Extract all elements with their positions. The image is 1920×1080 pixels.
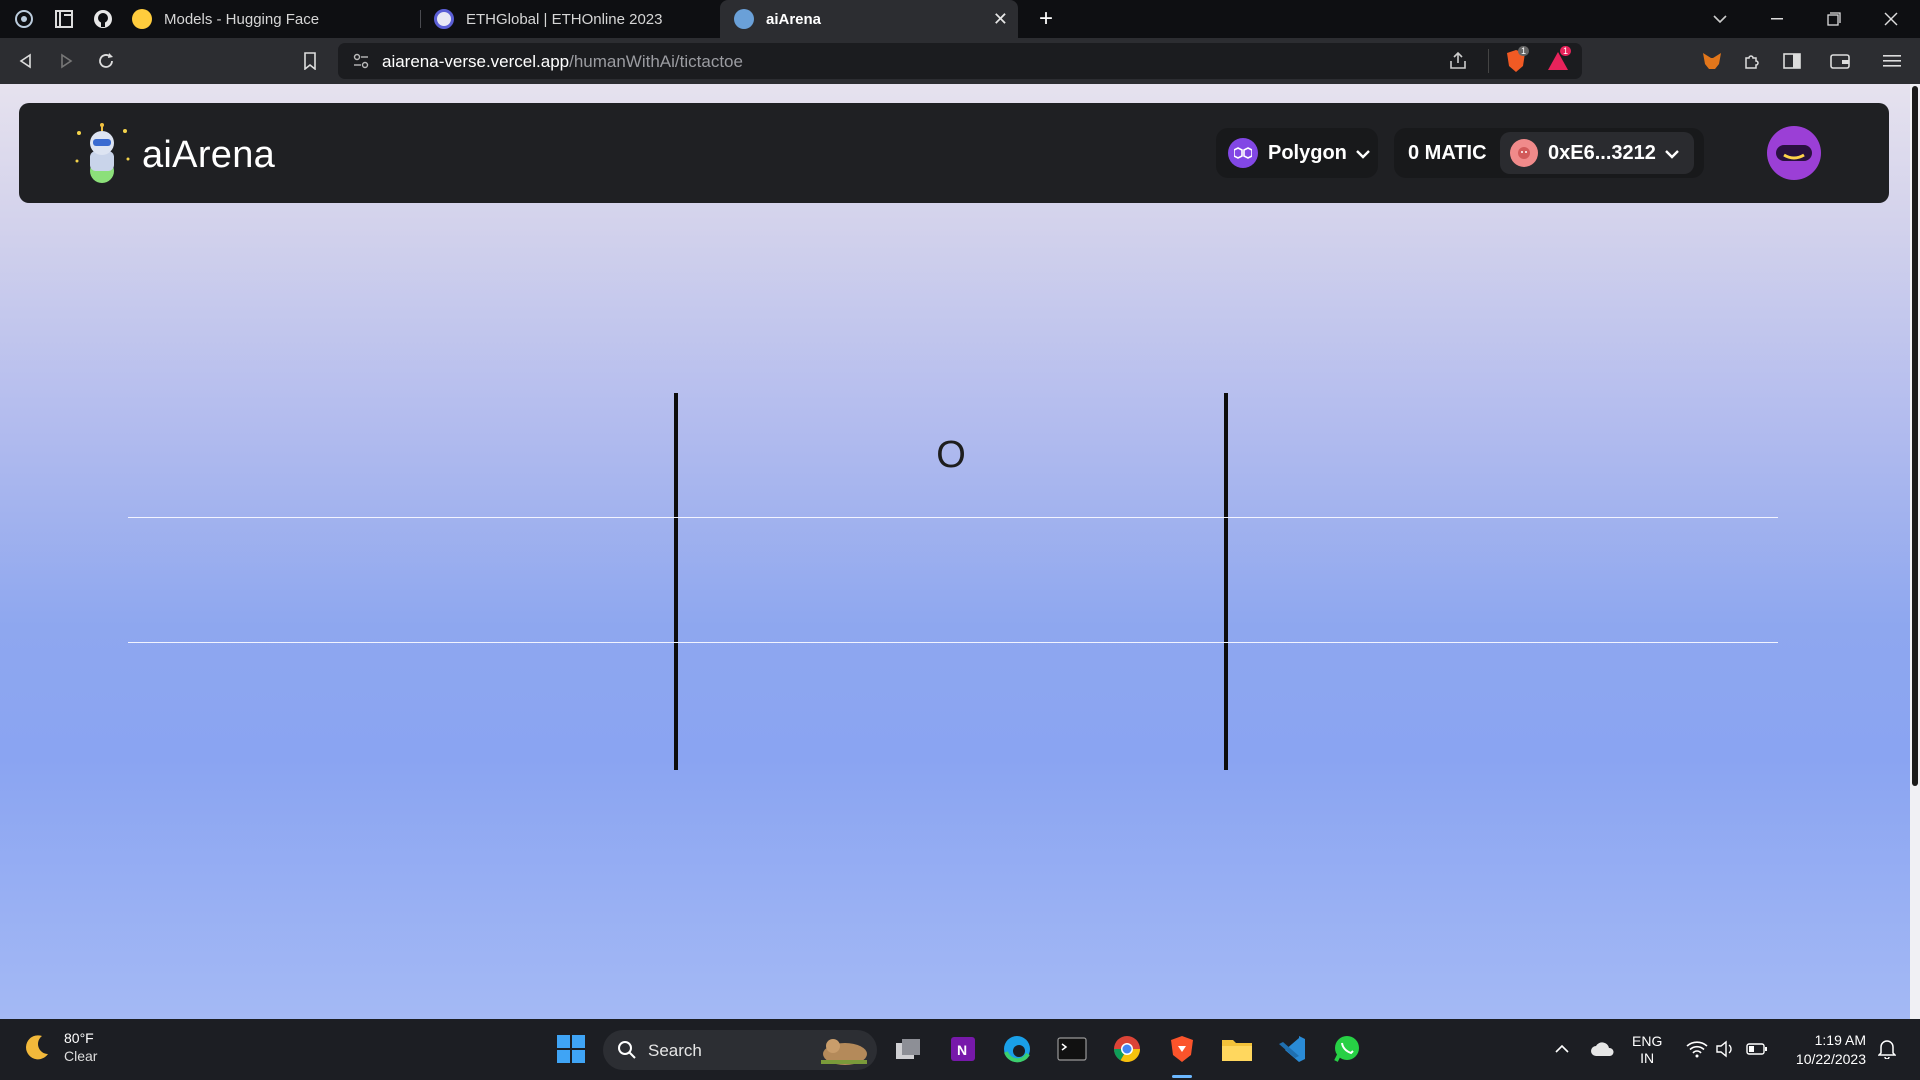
chrome-icon[interactable]: [1110, 1032, 1144, 1066]
new-tab-button[interactable]: +: [1031, 5, 1061, 32]
board-cell[interactable]: [128, 518, 674, 642]
language-code: ENG: [1632, 1033, 1663, 1049]
language-indicator[interactable]: ENG IN: [1632, 1033, 1662, 1067]
windows-start-icon[interactable]: [554, 1032, 588, 1066]
clock-time: 1:19 AM: [1814, 1032, 1866, 1048]
network-label: Polygon: [1268, 141, 1347, 164]
board-cell[interactable]: [128, 643, 674, 770]
url-text[interactable]: aiarena-verse.vercel.app/humanWithAi/tic…: [382, 52, 743, 72]
battery-icon[interactable]: [1740, 1032, 1774, 1066]
sidebar-icon[interactable]: [1778, 47, 1806, 75]
wallet-icon[interactable]: [1826, 47, 1854, 75]
board-cell[interactable]: [678, 643, 1224, 770]
taskbar-search[interactable]: Search: [603, 1030, 877, 1070]
notification-bell-icon[interactable]: [1870, 1032, 1904, 1066]
github-icon[interactable]: [91, 7, 115, 31]
hugging-face-icon: [132, 9, 152, 29]
browser-tab-bar: Models - Hugging Face ETHGlobal | ETHOnl…: [0, 0, 1920, 38]
clock[interactable]: 1:19 AM 10/22/2023: [1784, 1031, 1866, 1069]
brave-shield-icon[interactable]: 1: [1504, 46, 1530, 79]
page-scrollbar[interactable]: [1910, 84, 1920, 1019]
volume-icon[interactable]: [1708, 1032, 1742, 1066]
search-highlight-image: [821, 1039, 867, 1065]
balance-text: 0 MATIC: [1408, 142, 1487, 164]
active-app-indicator: [1172, 1075, 1192, 1078]
minimize-icon[interactable]: [1762, 6, 1792, 32]
search-icon: [618, 1041, 636, 1059]
account-address: 0xE6...3212: [1548, 141, 1656, 164]
account-avatar-icon: [1510, 139, 1538, 167]
tab-hugging-face[interactable]: Models - Hugging Face: [118, 0, 418, 38]
wallet-pill: 0 MATIC 0xE6...3212: [1394, 128, 1704, 178]
notion-icon[interactable]: [52, 7, 76, 31]
polygon-icon: [1228, 138, 1258, 168]
file-explorer-icon[interactable]: [1220, 1032, 1254, 1066]
moon-icon: [26, 1035, 48, 1060]
task-view-icon[interactable]: [891, 1032, 925, 1066]
robot-logo-icon[interactable]: [71, 121, 133, 188]
close-tab-icon[interactable]: ✕: [993, 9, 1008, 30]
metamask-icon[interactable]: [1698, 47, 1726, 75]
tab-search-chevron-icon[interactable]: [1705, 6, 1735, 32]
browser-toolbar: aiarena-verse.vercel.app/humanWithAi/tic…: [0, 38, 1920, 84]
extensions-icon[interactable]: [1738, 47, 1766, 75]
aiarena-tab-icon: [734, 9, 754, 29]
forward-icon[interactable]: [52, 47, 80, 75]
chevron-up-icon[interactable]: [1545, 1032, 1579, 1066]
alert-count-badge: 1: [1560, 46, 1572, 56]
weather-widget[interactable]: 80°F Clear: [22, 1029, 97, 1065]
restore-icon[interactable]: [1819, 6, 1849, 32]
chevron-down-icon: [1355, 142, 1371, 165]
board-cell[interactable]: [128, 393, 674, 517]
whatsapp-icon[interactable]: [1330, 1032, 1364, 1066]
menu-icon[interactable]: [1878, 47, 1906, 75]
board-cell[interactable]: O: [678, 393, 1224, 517]
windows-taskbar: 80°F Clear Search N ENG IN 1:19 AM 10/22…: [0, 1019, 1920, 1080]
chevron-down-icon: [1664, 142, 1680, 165]
account-button[interactable]: 0xE6...3212: [1500, 132, 1694, 174]
brave-browser-icon[interactable]: [1165, 1032, 1199, 1066]
ethglobal-icon: [434, 9, 454, 29]
board-cell[interactable]: [678, 518, 1224, 642]
url-path: /humanWithAi/tictactoe: [569, 52, 743, 71]
vscode-icon[interactable]: [1275, 1032, 1309, 1066]
clock-date: 10/22/2023: [1795, 1051, 1866, 1067]
tab-title: Models - Hugging Face: [164, 10, 320, 28]
address-bar[interactable]: aiarena-verse.vercel.app/humanWithAi/tic…: [338, 43, 1582, 79]
app-navbar: aiArena Polygon 0 MATIC 0xE6...3212: [19, 103, 1889, 203]
share-icon[interactable]: [1448, 51, 1468, 76]
tab-aiarena[interactable]: aiArena ✕: [720, 0, 1018, 38]
brand-title[interactable]: aiArena: [142, 134, 275, 177]
board-cell[interactable]: [1228, 393, 1778, 517]
edge-icon[interactable]: [1000, 1032, 1034, 1066]
shield-count-badge: 1: [1518, 46, 1530, 56]
board-cell[interactable]: [1228, 643, 1778, 770]
back-icon[interactable]: [12, 47, 40, 75]
network-selector[interactable]: Polygon: [1216, 128, 1378, 178]
onenote-icon[interactable]: N: [946, 1032, 980, 1066]
url-host: aiarena-verse.vercel.app: [382, 52, 570, 71]
weather-temp: 80°F: [64, 1030, 94, 1046]
reload-icon[interactable]: [92, 47, 120, 75]
svg-text:N: N: [957, 1042, 967, 1058]
openai-icon[interactable]: [12, 7, 36, 31]
language-region: IN: [1640, 1050, 1655, 1066]
board-cell[interactable]: [1228, 518, 1778, 642]
page-viewport: aiArena Polygon 0 MATIC 0xE6...3212 O: [0, 84, 1910, 1019]
close-window-icon[interactable]: [1876, 6, 1906, 32]
site-info-icon[interactable]: [352, 52, 370, 75]
tab-title: aiArena: [766, 10, 822, 28]
brave-rewards-icon[interactable]: 1: [1546, 46, 1572, 79]
tab-title: ETHGlobal | ETHOnline 2023: [466, 10, 663, 28]
scrollbar-thumb[interactable]: [1912, 86, 1918, 786]
onedrive-cloud-icon[interactable]: [1586, 1032, 1620, 1066]
bookmark-icon[interactable]: [296, 47, 324, 75]
urlbar-divider: [1488, 49, 1489, 73]
weather-condition: Clear: [64, 1048, 98, 1064]
terminal-icon[interactable]: [1055, 1032, 1089, 1066]
profile-avatar-icon[interactable]: [1766, 125, 1822, 186]
search-label: Search: [648, 1041, 702, 1060]
tab-ethglobal[interactable]: ETHGlobal | ETHOnline 2023: [420, 0, 718, 38]
